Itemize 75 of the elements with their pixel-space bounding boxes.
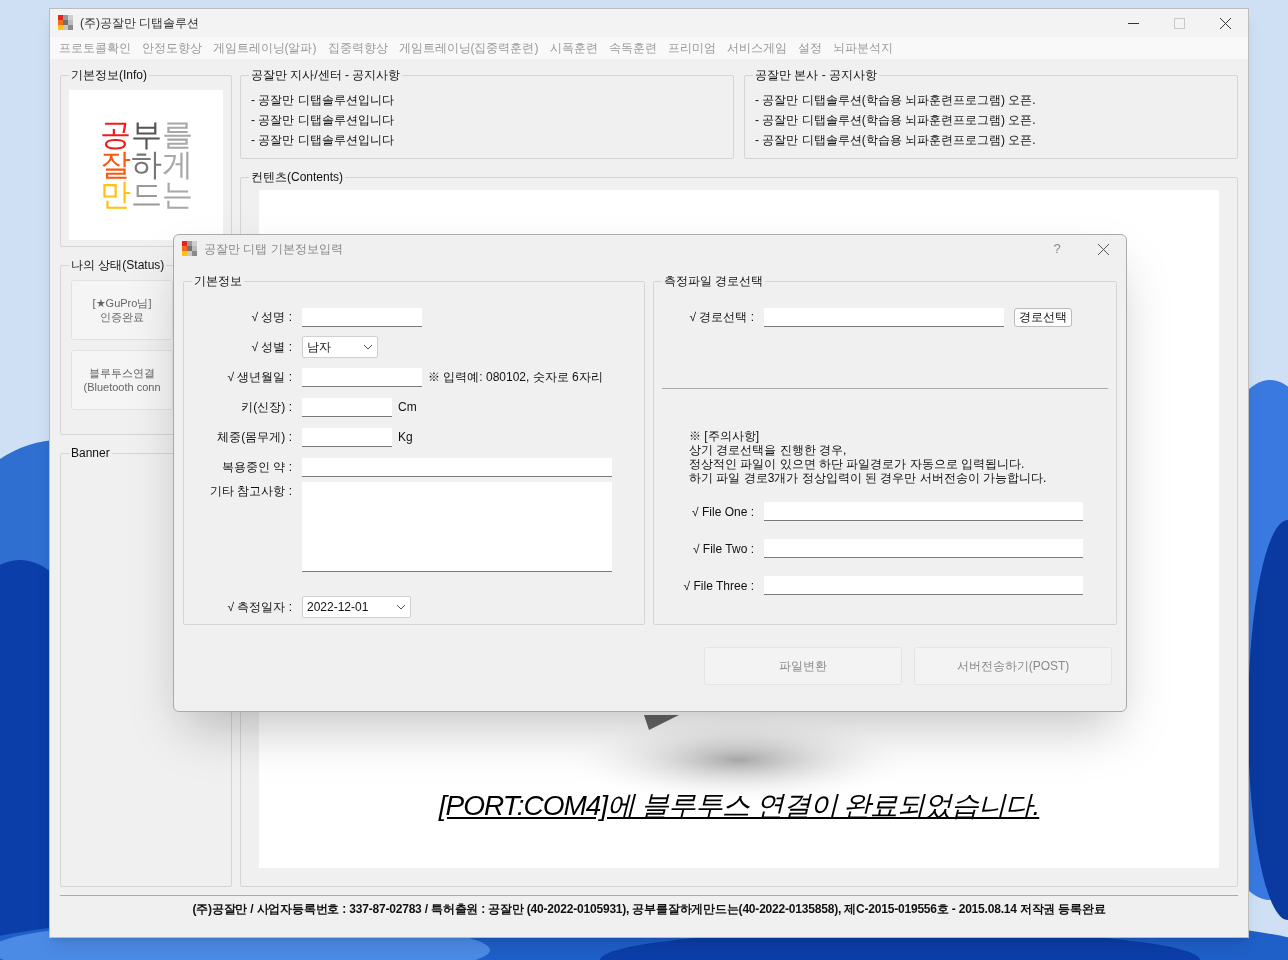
notice-line: - 공잘만 디탭솔루션(학습용 뇌파훈련프로그램) 오픈.	[755, 112, 1037, 129]
path-select-button[interactable]: 경로선택	[1014, 307, 1072, 327]
notice-line: - 공잘만 디탭솔루션(학습용 뇌파훈련프로그램) 오픈.	[755, 92, 1037, 109]
menu-item[interactable]: 프로토콜확인	[53, 39, 136, 57]
field-label: √ 성별 :	[250, 339, 293, 356]
close-icon	[1097, 243, 1109, 255]
menu-item[interactable]: 게임트레이닝(알파)	[207, 39, 322, 57]
field-label: √ 생년월일 :	[226, 369, 293, 386]
group-title: 공잘만 본사 - 공지사항	[753, 67, 879, 83]
menu-item[interactable]: 뇌파분석지	[827, 39, 898, 57]
logo-character: 를	[161, 120, 193, 150]
help-button[interactable]: ?	[1034, 239, 1080, 259]
menu-item[interactable]: 프리미엄	[662, 39, 721, 57]
menu-item[interactable]: 설정	[792, 39, 827, 57]
text-field[interactable]	[302, 307, 422, 327]
field-label: √ 측정일자 :	[226, 599, 293, 616]
menu-item[interactable]: 집중력향상	[322, 39, 393, 57]
file-path-field[interactable]	[764, 502, 1083, 521]
group-title: 나의 상태(Status)	[69, 257, 167, 273]
group-title: 측정파일 경로선택	[662, 273, 766, 289]
dropdown[interactable]: 2022-12-01	[302, 596, 411, 618]
field-label: 기타 참고사항 :	[209, 483, 293, 500]
logo-character: 는	[161, 180, 193, 210]
logo-character: 잘	[99, 150, 131, 180]
group-title: 컨텐츠(Contents)	[249, 169, 346, 185]
menu-item[interactable]: 시폭훈련	[544, 39, 603, 57]
logo-character: 드	[130, 180, 162, 210]
connection-message: [PORT:COM4]에 블루투스 연결이 완료되었습니다.	[438, 789, 1040, 823]
footer-text: (주)공잘만 / 사업자등록번호 : 337-87-02783 / 특허출원 : 공잘만 (40-2022-0105931), 공부를잘하게만드는(40-2022-0135858), 제C-2015-019556호 - 2015.08.14 저작권 등록완료	[192, 900, 1106, 918]
menu-item[interactable]: 안정도향상	[136, 39, 207, 57]
path-field[interactable]	[764, 307, 1004, 327]
notice-line: - 공잘만 디탭솔루션입니다	[251, 112, 395, 129]
field-label: √ File Two :	[691, 540, 755, 558]
field-label: √ 경로선택 :	[688, 309, 755, 326]
field-label: √ File One :	[691, 503, 755, 521]
logo-character: 만	[99, 180, 131, 210]
dropdown[interactable]: 남자	[302, 336, 378, 358]
notice-line: - 공잘만 디탭솔루션입니다	[251, 132, 395, 149]
dialog-logo-icon	[182, 241, 198, 257]
dialog-title: 공잘만 디탭 기본정보입력	[204, 241, 343, 258]
file-path-field[interactable]	[764, 539, 1083, 558]
status-button[interactable]: 블루투스연결 (Bluetooth conn	[71, 350, 173, 410]
text-field[interactable]	[302, 457, 612, 477]
group-title: 기본정보	[192, 273, 244, 289]
chevron-down-icon	[363, 344, 373, 350]
file-path-field[interactable]	[764, 576, 1083, 595]
field-note: ※ 입력예: 080102, 숫자로 6자리	[428, 369, 603, 386]
menu-item[interactable]: 서비스게임	[721, 39, 792, 57]
text-field[interactable]	[302, 367, 422, 387]
chevron-down-icon	[396, 604, 406, 610]
close-icon	[1219, 17, 1231, 29]
field-note: Cm	[398, 399, 417, 416]
notice-text: ※ [주의사항] 상기 경로선택을 진행한 경우, 정상적인 파일이 있으면 하단 파일경로가 자동으로 입력됩니다. 하기 파일 경로3개가 정상입력이 된 경우만 서버전송이 가능합니다.	[688, 429, 1048, 485]
field-label: 복용중인 약 :	[221, 459, 293, 476]
text-field[interactable]	[302, 397, 392, 417]
field-label: √ 성명 :	[250, 309, 293, 326]
window-title: (주)공잘만 디탭솔루션	[80, 15, 200, 32]
logo-character: 공	[99, 120, 131, 150]
logo-character: 게	[161, 150, 193, 180]
field-label: √ File Three :	[682, 577, 755, 595]
field-note: Kg	[398, 429, 413, 446]
group-title: 공잘만 지사/센터 - 공지사항	[249, 67, 403, 83]
notice-line: - 공잘만 디탭솔루션입니다	[251, 92, 395, 109]
field-label: 체중(몸무게) :	[216, 429, 293, 446]
menu-item[interactable]: 게임트레이닝(집중력훈련)	[393, 39, 544, 57]
notice-line: - 공잘만 디탭솔루션(학습용 뇌파훈련프로그램) 오픈.	[755, 132, 1037, 149]
app-logo-icon	[58, 15, 74, 31]
text-field[interactable]	[302, 427, 392, 447]
menu-item[interactable]: 속독훈련	[603, 39, 662, 57]
status-button[interactable]: [★GuPro님] 인증완료	[71, 280, 173, 340]
group-title: 기본정보(Info)	[69, 67, 149, 83]
logo-character: 하	[130, 150, 162, 180]
maximize-icon	[1173, 17, 1185, 29]
field-label: 키(신장) :	[240, 399, 293, 416]
logo-character: 부	[130, 120, 162, 150]
